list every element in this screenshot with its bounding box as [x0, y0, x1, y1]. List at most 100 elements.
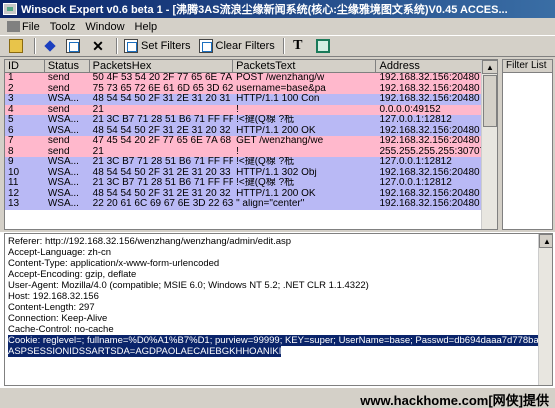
cell-packetstext: !<揵(Q楾 ?柢 — [236, 157, 295, 167]
cell-status: send — [47, 136, 70, 146]
cell-packetshex: 21 — [92, 104, 104, 115]
cell-id: 2 — [8, 83, 14, 94]
filter-list-panel[interactable]: Filter List — [502, 59, 553, 230]
column-header-address[interactable]: Address — [376, 60, 497, 73]
text-view-button[interactable]: T — [288, 37, 311, 55]
column-header-id[interactable]: ID — [5, 60, 45, 73]
clear-filter-icon — [198, 39, 213, 53]
filter-icon — [124, 39, 138, 53]
detail-line: Accept-Language: zh-cn — [8, 247, 111, 258]
capture-button[interactable] — [39, 37, 61, 55]
detail-line: Referer: http://192.168.32.156/wenzhang/… — [8, 236, 292, 247]
grid-body: 1 send 50 4F 53 54 20 2F 77 65 6E 7A 6... P… — [5, 73, 497, 210]
table-row[interactable]: 9 WSA... 21 3C B7 71 28 51 B6 71 FF FF F..… — [5, 157, 497, 168]
packet-detail-view[interactable]: Referer: http://192.168.32.156/wenzhang/… — [4, 233, 553, 386]
toolbar-separator — [116, 38, 118, 54]
table-row[interactable]: 10 WSA... 48 54 54 50 2F 31 2E 31 20 33 3.… — [5, 167, 497, 178]
cell-packetstext: HTTP/1.1 200 OK — [236, 188, 316, 199]
table-row[interactable]: 6 WSA... 48 54 54 50 2F 31 2E 31 20 32 3..… — [5, 125, 497, 136]
close-icon: ✕ — [92, 38, 104, 54]
cell-address: 127.0.0.1:12812 — [379, 178, 452, 188]
window-icon — [315, 39, 330, 53]
column-header-packetshex[interactable]: PacketsHex — [89, 60, 234, 73]
cell-packetshex: 48 54 54 50 2F 31 2E 31 20 32 3... — [92, 188, 234, 199]
toolbar: ✕ Set Filters Clear Filters T — [0, 35, 555, 57]
edit-packet-button[interactable] — [63, 37, 86, 55]
table-row[interactable]: 13 WSA... 22 20 61 6C 69 67 6E 3D 22 63 6.… — [5, 199, 497, 210]
cell-address: 0.0.0.0:49152 — [379, 104, 441, 115]
cell-id: 11 — [8, 178, 19, 188]
hex-view-button[interactable] — [313, 37, 336, 55]
cell-address: 255.255.255.255:30707 — [379, 146, 486, 157]
cell-packetstext: GET /wenzhang/we — [236, 136, 324, 146]
cell-id: 7 — [8, 136, 14, 146]
open-button[interactable] — [6, 37, 29, 55]
menu-window[interactable]: Window — [80, 21, 129, 33]
detail-line: Cache-Control: no-cache — [8, 324, 114, 335]
cell-packetshex: 22 20 61 6C 69 67 6E 3D 22 63 6... — [92, 199, 234, 209]
cell-id: 9 — [8, 157, 14, 167]
detail-line: Content-Type: application/x-www-form-url… — [8, 258, 220, 269]
table-row[interactable]: 8 send 21! 255.255.255.255:30707 — [5, 146, 497, 157]
cell-address: 192.168.32.156:20480 — [379, 73, 480, 83]
grid-vertical-scrollbar[interactable]: ▲ — [481, 60, 497, 229]
clear-filters-button[interactable]: Clear Filters — [196, 37, 278, 55]
cell-packetstext: ! — [236, 146, 239, 157]
title-bar: Winsock Expert v0.6 beta 1 - [沸腾3AS流浪尘缘新… — [0, 0, 555, 18]
scroll-up-arrow-icon[interactable]: ▲ — [482, 60, 497, 74]
packet-grid[interactable]: ID Status PacketsHex PacketsText Address… — [4, 59, 498, 230]
cell-address: 192.168.32.156:20480 — [379, 94, 480, 104]
packet-detail-text: Referer: http://192.168.32.156/wenzhang/… — [5, 234, 552, 359]
cell-packetshex: 48 54 54 50 2F 31 2E 31 20 33 3... — [92, 167, 234, 178]
table-row[interactable]: 5 WSA... 21 3C B7 71 28 51 B6 71 FF FF F..… — [5, 115, 497, 126]
cell-id: 12 — [8, 188, 20, 199]
grid-header: ID Status PacketsHex PacketsText Address — [5, 60, 497, 73]
cell-id: 3 — [8, 94, 14, 104]
detail-line: User-Agent: Mozilla/4.0 (compatible; MSI… — [8, 280, 369, 291]
detail-line: Host: 192.168.32.156 — [8, 291, 99, 302]
menu-help[interactable]: Help — [130, 21, 163, 33]
cell-status: send — [47, 104, 70, 115]
cell-status: send — [47, 83, 70, 94]
cell-status: WSA... — [47, 157, 79, 167]
selection-highlight: Cookie: reglevel=; fullname=%D0%A1%B7%D1… — [8, 335, 542, 346]
detail-line: Content-Length: 297 — [8, 302, 95, 313]
packet-area: ID Status PacketsHex PacketsText Address… — [0, 57, 555, 232]
table-row[interactable]: 11 WSA... 21 3C B7 71 28 51 B6 71 FF FF F.… — [5, 178, 497, 189]
cell-address: 192.168.32.156:20480 — [379, 188, 480, 199]
table-row[interactable]: 3 WSA... 48 54 54 50 2F 31 2E 31 20 31 3..… — [5, 94, 497, 105]
table-row[interactable]: 2 send 75 73 65 72 6E 61 6D 65 3D 62 6...u… — [5, 83, 497, 94]
set-filters-button[interactable]: Set Filters — [121, 37, 194, 55]
cell-status: send — [47, 73, 70, 83]
column-header-packetstext[interactable]: PacketsText — [233, 60, 377, 73]
cell-address: 192.168.32.156:20480 — [379, 125, 480, 136]
table-row[interactable]: 4 send 21! 0.0.0.0:49152 — [5, 104, 497, 115]
cell-address: 127.0.0.1:12812 — [379, 115, 452, 125]
cell-packetstext: HTTP/1.1 200 OK — [236, 125, 316, 136]
document-icon — [7, 21, 20, 32]
table-row[interactable]: 7 send 47 45 54 20 2F 77 65 6E 7A 68 6... G… — [5, 136, 497, 147]
scroll-up-arrow-icon[interactable]: ▲ — [539, 234, 552, 248]
menu-bar: File Toolz Window Help — [0, 18, 555, 35]
table-row[interactable]: 12 WSA... 48 54 54 50 2F 31 2E 31 20 32 3.… — [5, 188, 497, 199]
menu-toolz[interactable]: Toolz — [45, 21, 81, 33]
toolbar-separator — [282, 38, 285, 54]
cell-packetstext: POST /wenzhang/w — [236, 73, 325, 83]
table-row[interactable]: 1 send 50 4F 53 54 20 2F 77 65 6E 7A 6... P… — [5, 73, 497, 84]
cell-status: WSA... — [47, 199, 79, 209]
detail-line: Accept-Encoding: gzip, deflate — [8, 269, 137, 280]
cell-status: WSA... — [47, 178, 79, 188]
cell-packetshex: 47 45 54 20 2F 77 65 6E 7A 68 6... — [92, 136, 234, 146]
cell-status: send — [47, 146, 70, 157]
cell-packetstext: username=base&pa — [236, 83, 326, 94]
detail-vertical-scrollbar[interactable]: ▲ — [538, 234, 552, 385]
app-icon — [3, 3, 17, 15]
delete-button[interactable]: ✕ — [88, 37, 111, 55]
menu-file[interactable]: File — [2, 21, 45, 33]
scroll-thumb[interactable] — [483, 75, 497, 127]
cell-packetstext: HTTP/1.1 302 Obj — [236, 167, 317, 178]
column-header-status[interactable]: Status — [44, 60, 90, 73]
cell-id: 5 — [8, 115, 14, 125]
cell-status: WSA... — [47, 125, 79, 136]
cell-status: WSA... — [47, 167, 79, 178]
